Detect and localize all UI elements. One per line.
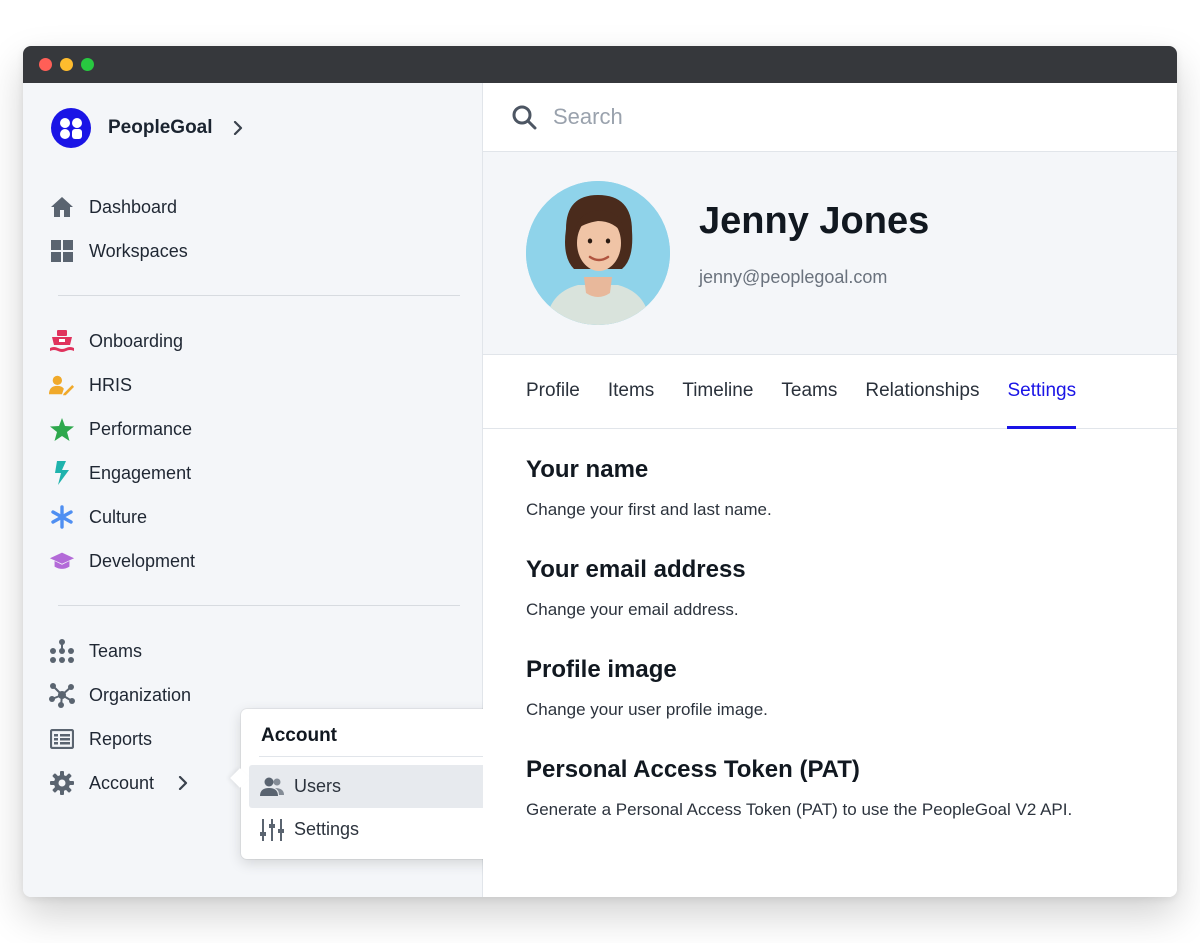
search-icon [512, 105, 537, 130]
settings-section-name[interactable]: Your name Change your first and last nam… [526, 455, 1176, 521]
section-description: Change your user profile image. [526, 700, 768, 719]
maximize-window-button[interactable] [81, 58, 94, 71]
search-bar [483, 83, 1177, 152]
settings-section-email[interactable]: Your email address Change your email add… [526, 555, 1176, 621]
sidebar-item-engagement[interactable]: Engagement [49, 451, 459, 495]
bolt-icon [49, 460, 75, 486]
settings-list: Your name Change your first and last nam… [526, 455, 1176, 855]
avatar[interactable] [526, 181, 670, 325]
popover-title: Account [261, 725, 337, 746]
tab-items[interactable]: Items [608, 355, 654, 428]
search-input[interactable] [553, 104, 1053, 130]
sidebar-item-onboarding[interactable]: Onboarding [49, 319, 459, 363]
home-icon [49, 194, 75, 220]
sidebar-item-dashboard[interactable]: Dashboard [49, 185, 459, 229]
sidebar-item-label: Dashboard [89, 196, 178, 217]
main-content: Jenny Jones jenny@peoplegoal.com Profile… [483, 83, 1177, 897]
star-icon [49, 416, 75, 442]
section-description: Change your email address. [526, 600, 739, 619]
sidebar-item-development[interactable]: Development [49, 539, 459, 583]
sidebar-group-modules: Onboarding HRIS Performance Engagement C… [49, 319, 459, 583]
app-window: PeopleGoal Dashboard Workspaces Onboardi… [23, 46, 1177, 897]
popover-item-label: Users [294, 776, 342, 796]
tab-settings[interactable]: Settings [1007, 355, 1076, 429]
sidebar-item-label: Teams [89, 640, 143, 661]
brand-name: PeopleGoal [108, 117, 213, 138]
network-icon [49, 682, 75, 708]
sidebar-item-label: Organization [89, 684, 192, 705]
section-description: Change your first and last name. [526, 500, 772, 519]
sidebar-group-main: Dashboard Workspaces [49, 185, 459, 273]
sidebar-item-hris[interactable]: HRIS [49, 363, 459, 407]
peoplegoal-logo-icon [51, 108, 91, 148]
tab-relationships[interactable]: Relationships [865, 355, 979, 428]
sidebar-divider [58, 295, 460, 296]
app-body: PeopleGoal Dashboard Workspaces Onboardi… [23, 83, 1177, 897]
profile-email: jenny@peoplegoal.com [699, 267, 888, 287]
sidebar-item-teams[interactable]: Teams [49, 629, 459, 673]
section-title: Your name [526, 456, 649, 483]
chevron-right-icon [178, 776, 188, 790]
sliders-icon [260, 818, 284, 841]
account-popover-menu: Account Users Settings [241, 709, 503, 859]
sidebar: PeopleGoal Dashboard Workspaces Onboardi… [23, 83, 503, 897]
sidebar-item-label: Reports [89, 728, 153, 749]
users-icon [260, 777, 284, 796]
sidebar-item-workspaces[interactable]: Workspaces [49, 229, 459, 273]
popover-divider [259, 756, 489, 757]
settings-section-pat[interactable]: Personal Access Token (PAT) Generate a P… [526, 755, 1176, 821]
gear-icon [49, 770, 75, 796]
sidebar-item-culture[interactable]: Culture [49, 495, 459, 539]
tab-teams[interactable]: Teams [781, 355, 837, 428]
grid-icon [49, 238, 75, 264]
sidebar-divider [58, 605, 460, 606]
asterisk-icon [49, 504, 75, 530]
popover-item-label: Settings [294, 819, 360, 839]
workspace-switcher[interactable]: PeopleGoal [51, 108, 243, 148]
sidebar-item-label: Account [89, 772, 155, 793]
minimize-window-button[interactable] [60, 58, 73, 71]
sidebar-item-label: Onboarding [89, 330, 184, 351]
section-description: Generate a Personal Access Token (PAT) t… [526, 800, 1073, 819]
user-edit-icon [49, 372, 75, 398]
profile-header: Jenny Jones jenny@peoplegoal.com [483, 152, 1177, 355]
profile-name: Jenny Jones [699, 200, 930, 242]
sidebar-item-label: Workspaces [89, 240, 188, 261]
hierarchy-icon [49, 638, 75, 664]
settings-section-profile-image[interactable]: Profile image Change your user profile i… [526, 655, 1176, 721]
chevron-right-icon [233, 121, 242, 135]
section-title: Personal Access Token (PAT) [526, 756, 860, 783]
sidebar-item-label: Culture [89, 506, 148, 527]
tab-profile[interactable]: Profile [526, 355, 580, 428]
sidebar-item-label: Engagement [89, 462, 192, 483]
title-bar [23, 46, 1177, 83]
ship-icon [49, 328, 75, 354]
profile-tabs: Profile Items Timeline Teams Relationshi… [483, 355, 1177, 429]
sidebar-item-performance[interactable]: Performance [49, 407, 459, 451]
section-title: Profile image [526, 656, 677, 683]
sidebar-item-label: Performance [89, 418, 193, 439]
close-window-button[interactable] [39, 58, 52, 71]
popover-item-users[interactable]: Users [249, 765, 495, 808]
popover-item-settings[interactable]: Settings [249, 808, 495, 851]
sidebar-item-label: Development [89, 550, 196, 571]
tab-timeline[interactable]: Timeline [682, 355, 753, 428]
report-icon [49, 726, 75, 752]
sidebar-item-label: HRIS [89, 374, 133, 395]
graduation-cap-icon [49, 548, 75, 574]
section-title: Your email address [526, 556, 746, 583]
